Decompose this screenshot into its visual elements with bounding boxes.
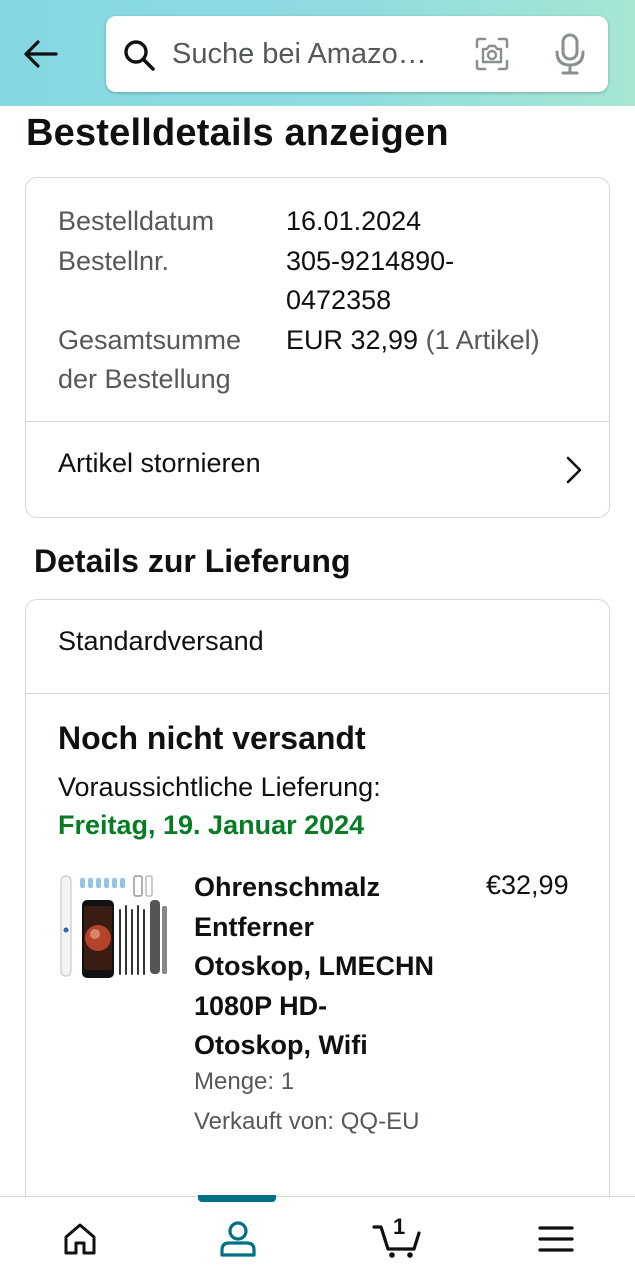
delivery-section-title: Details zur Lieferung [34, 543, 351, 579]
bottom-nav [0, 1195, 635, 1280]
order-date-value: 16.01.2024 [286, 206, 422, 236]
order-number-value-line1: 305-9214890- [286, 246, 455, 276]
shipment-status: Noch nicht versandt [58, 720, 366, 756]
order-total-items: (1 Artikel) [425, 325, 540, 355]
delivery-card: Standardversand Noch nicht versandt Vora… [25, 599, 610, 1239]
search-box[interactable] [106, 16, 608, 92]
search-input[interactable] [172, 34, 450, 74]
account-icon [219, 1221, 256, 1257]
top-bar [0, 0, 635, 106]
back-arrow-icon [24, 40, 58, 68]
camera-icon[interactable] [474, 36, 510, 72]
order-total-label-line1: Gesamtsumme [58, 325, 242, 355]
product-image[interactable] [58, 870, 170, 982]
nav-home[interactable] [0, 1197, 159, 1280]
cancel-items-link[interactable]: Artikel stornieren [26, 422, 609, 518]
product-title-line: Entferner [194, 911, 315, 942]
search-icon [124, 40, 155, 71]
back-button[interactable] [18, 34, 62, 74]
order-date-label: Bestelldatum [58, 206, 215, 236]
divider [26, 693, 609, 694]
order-number-label: Bestellnr. [58, 246, 170, 276]
page-title: Bestelldetails anzeigen [26, 112, 449, 154]
shipping-method: Standardversand [58, 626, 264, 656]
product-title-line: 1080P HD- [194, 990, 328, 1021]
order-total-label-line2: der Bestellung [58, 364, 231, 394]
product-price: €32,99 [486, 870, 569, 900]
eta-label: Voraussichtliche Lieferung: [58, 772, 381, 802]
nav-menu[interactable] [476, 1197, 635, 1280]
home-icon [64, 1223, 95, 1255]
cart-count-badge: 1 [393, 1214, 406, 1239]
product-quantity: Menge: 1 [194, 1068, 295, 1095]
product-title[interactable]: Ohrenschmalz Entferner Otoskop, LMECHN 1… [194, 868, 464, 1066]
menu-icon [537, 1226, 574, 1252]
product-title-line: Ohrenschmalz [194, 872, 381, 902]
product-title-line: Otoskop, LMECHN [194, 951, 434, 981]
chevron-right-icon [566, 456, 582, 484]
order-summary-card: Bestelldatum 16.01.2024 Bestellnr. 305-9… [25, 177, 610, 518]
order-number-value-line2: 0472358 [286, 285, 392, 315]
nav-account[interactable] [158, 1197, 317, 1280]
product-seller: Verkauft von: QQ-EU [194, 1108, 420, 1135]
microphone-icon[interactable] [552, 33, 588, 75]
product-title-line: Otoskop, Wifi [194, 1030, 368, 1060]
order-total-amount: EUR 32,99 [286, 325, 419, 355]
eta-date: Freitag, 19. Januar 2024 [58, 810, 365, 840]
order-total-value: EUR 32,99 (1 Artikel) [286, 320, 540, 360]
cancel-items-label: Artikel stornieren [58, 448, 261, 478]
